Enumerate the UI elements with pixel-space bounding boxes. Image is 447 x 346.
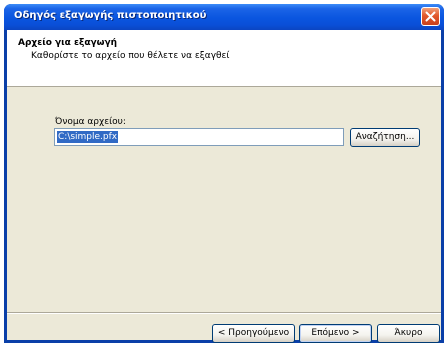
- dialog-body: Αρχείο για εξαγωγή Καθορίστε το αρχείο π…: [7, 30, 441, 343]
- file-name-label: Όνομα αρχείου:: [55, 117, 126, 127]
- page-title: Αρχείο για εξαγωγή: [18, 38, 117, 48]
- page-subtitle: Καθορίστε το αρχείο που θέλετε να εξαγθε…: [31, 51, 230, 61]
- title-bar[interactable]: Οδηγός εξαγωγής πιστοποιητικού: [4, 4, 444, 30]
- next-button[interactable]: Επόμενο >: [299, 324, 372, 343]
- file-name-value: C:\simple.pfx: [57, 131, 119, 143]
- export-wizard-window: Οδηγός εξαγωγής πιστοποιητικού Αρχείο γι…: [4, 4, 444, 343]
- close-button[interactable]: [421, 7, 440, 26]
- wizard-header: Αρχείο για εξαγωγή Καθορίστε το αρχείο π…: [7, 30, 441, 87]
- close-icon: [425, 11, 436, 22]
- cancel-button[interactable]: Άκυρο: [377, 324, 440, 343]
- window-title: Οδηγός εξαγωγής πιστοποιητικού: [14, 10, 207, 21]
- browse-button[interactable]: Αναζήτηση...: [350, 128, 420, 147]
- footer-divider: [7, 312, 441, 314]
- file-name-input[interactable]: C:\simple.pfx: [54, 128, 344, 146]
- back-button[interactable]: < Προηγούμενο: [212, 324, 295, 343]
